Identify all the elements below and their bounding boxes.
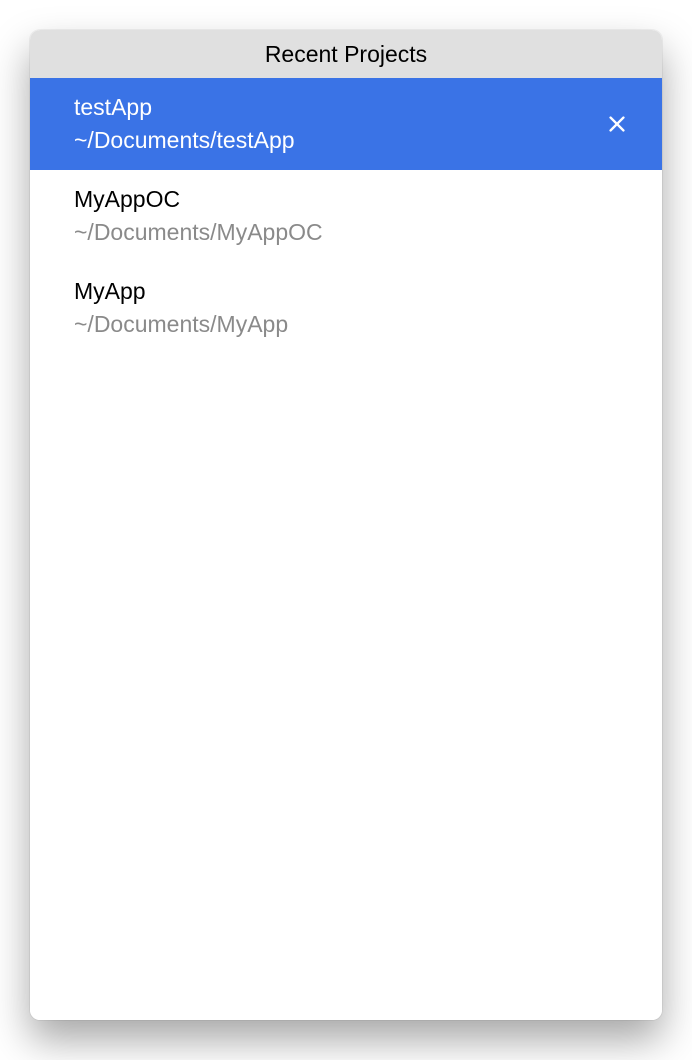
project-path: ~/Documents/MyApp [74,309,288,340]
project-item[interactable]: MyAppOC ~/Documents/MyAppOC [30,170,662,262]
project-item[interactable]: MyApp ~/Documents/MyApp [30,262,662,354]
close-icon[interactable] [600,107,634,141]
project-name: MyApp [74,276,288,307]
project-text: MyAppOC ~/Documents/MyAppOC [74,184,323,248]
project-text: testApp ~/Documents/testApp [74,92,295,156]
projects-list: testApp ~/Documents/testApp MyAppOC ~/Do… [30,78,662,1020]
window-header: Recent Projects [30,30,662,78]
recent-projects-window: Recent Projects testApp ~/Documents/test… [30,30,662,1020]
project-name: testApp [74,92,295,123]
project-name: MyAppOC [74,184,323,215]
project-text: MyApp ~/Documents/MyApp [74,276,288,340]
project-path: ~/Documents/testApp [74,125,295,156]
window-title: Recent Projects [265,41,427,68]
project-item[interactable]: testApp ~/Documents/testApp [30,78,662,170]
project-path: ~/Documents/MyAppOC [74,217,323,248]
